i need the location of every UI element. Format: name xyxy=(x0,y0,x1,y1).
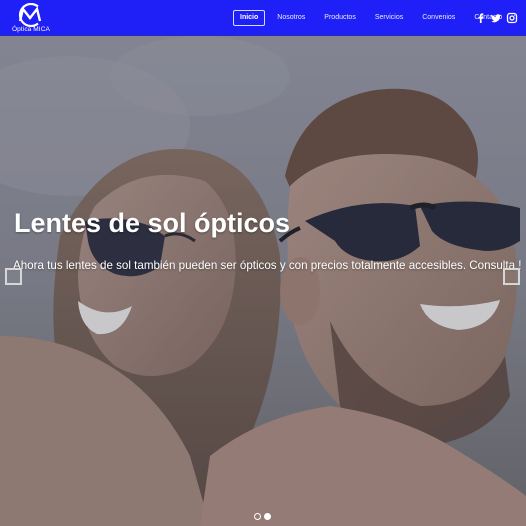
carousel-indicator-2[interactable] xyxy=(264,513,271,520)
instagram-icon[interactable] xyxy=(506,11,518,24)
carousel-prev-button[interactable] xyxy=(5,268,22,285)
hero-overlay xyxy=(0,36,526,526)
hero-carousel: Lentes de sol ópticos Ahora tus lentes d… xyxy=(0,36,526,526)
carousel-indicator-1[interactable] xyxy=(254,513,261,520)
nav-item-contacto[interactable]: Contacto xyxy=(467,10,509,26)
facebook-icon[interactable] xyxy=(475,11,487,23)
nav-item-servicios[interactable]: Servicios xyxy=(368,10,410,26)
hero-subtitle: Ahora tus lentes de sol también pueden s… xyxy=(13,259,522,272)
navbar: Óptica MICA Inicio Nosotros Productos Se… xyxy=(0,0,526,36)
nav-item-productos[interactable]: Productos xyxy=(317,10,363,26)
brand-name: Óptica MICA xyxy=(12,26,50,33)
carousel-indicators xyxy=(254,513,271,520)
main-menu: Inicio Nosotros Productos Servicios Conv… xyxy=(233,10,514,26)
brand-logo[interactable]: Óptica MICA xyxy=(12,3,52,34)
nav-item-convenios[interactable]: Convenios xyxy=(415,10,462,26)
hero-title: Lentes de sol ópticos xyxy=(14,208,291,238)
carousel-next-button[interactable] xyxy=(503,268,520,285)
twitter-icon[interactable] xyxy=(490,11,502,23)
logo-mark-icon xyxy=(18,3,42,27)
nav-item-inicio[interactable]: Inicio xyxy=(233,10,266,26)
nav-item-nosotros[interactable]: Nosotros xyxy=(270,10,312,26)
